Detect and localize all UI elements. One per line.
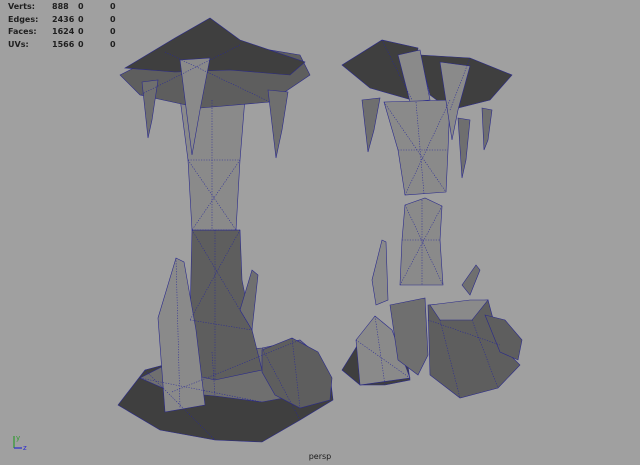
exploded-spike-right2[interactable] <box>457 117 471 179</box>
3d-viewport[interactable]: Verts: 888 0 0 Edges: 2436 0 0 Faces: 16… <box>0 0 640 465</box>
exploded-spike-right[interactable] <box>481 107 493 151</box>
hud-value: 2436 <box>52 14 75 24</box>
axis-y-label: y <box>16 434 20 442</box>
assembled-rock-column[interactable] <box>117 17 334 443</box>
scene-geometry[interactable] <box>0 0 640 465</box>
hud-value: 1624 <box>52 27 75 36</box>
exploded-rock-parts[interactable] <box>341 39 523 399</box>
hud-label: Verts: <box>8 2 35 11</box>
hud-label: Faces: <box>8 27 37 36</box>
hud-value: 0 <box>110 27 116 36</box>
hud-value: 0 <box>78 14 84 24</box>
cap-top[interactable] <box>124 17 306 76</box>
hud-row-edges: Edges: 2436 0 0 <box>8 14 130 27</box>
axis-z-label: z <box>23 444 27 452</box>
exploded-mid-column[interactable] <box>399 197 444 286</box>
spike-left[interactable] <box>141 79 159 139</box>
axis-gizmo-icon: y z <box>13 434 27 452</box>
hud-value: 0 <box>110 39 116 49</box>
exploded-spike-left[interactable] <box>361 97 381 153</box>
hud-row-faces: Faces: 1624 0 0 <box>8 26 130 39</box>
poly-count-hud: Verts: 888 0 0 Edges: 2436 0 0 Faces: 16… <box>8 1 130 51</box>
camera-name-label: persp <box>308 452 332 461</box>
hud-row-uvs: UVs: 1566 0 0 <box>8 39 130 52</box>
exploded-small-spike[interactable] <box>461 264 481 296</box>
hud-value: 0 <box>78 2 84 11</box>
exploded-tall-spike[interactable] <box>371 239 389 306</box>
exploded-upper-column[interactable] <box>383 99 451 196</box>
hud-value: 888 <box>52 2 69 11</box>
hud-label: UVs: <box>8 39 29 49</box>
hud-label: Edges: <box>8 14 39 24</box>
hud-value: 0 <box>110 2 116 11</box>
hud-value: 0 <box>78 39 84 49</box>
hud-row-verts: Verts: 888 0 0 <box>8 1 130 14</box>
hud-value: 0 <box>78 27 84 36</box>
hud-value: 0 <box>110 14 116 24</box>
spike-right[interactable] <box>267 89 289 159</box>
hud-value: 1566 <box>52 39 75 49</box>
